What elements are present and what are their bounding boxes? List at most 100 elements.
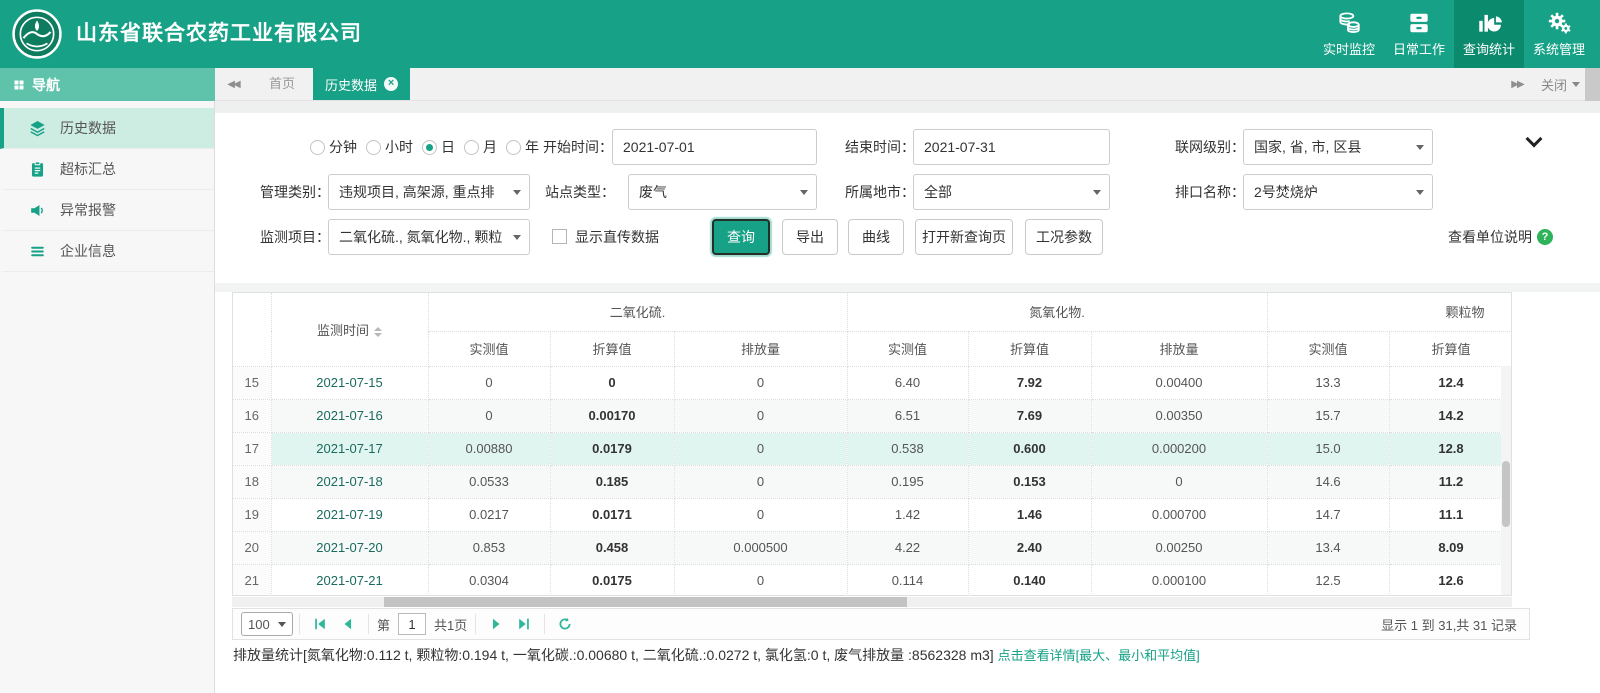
period-radio-日[interactable]: 日 (422, 137, 455, 157)
value-cell: 6.40 (847, 366, 968, 399)
monitor-time-cell[interactable]: 2021-07-18 (271, 465, 428, 498)
company-name: 山东省联合农药工业有限公司 (76, 0, 362, 68)
list-icon (28, 242, 47, 261)
city-select[interactable]: 全部 (913, 174, 1110, 210)
monitor-time-cell[interactable]: 2021-07-20 (271, 531, 428, 564)
site-type-select[interactable]: 废气 (628, 174, 817, 210)
page-size-select[interactable]: 100 (241, 612, 293, 636)
value-cell: 12.6 (1389, 564, 1512, 596)
export-button[interactable]: 导出 (782, 219, 838, 255)
tab-history-data[interactable]: 历史数据× (313, 68, 410, 100)
window-scrollbar-thumb[interactable] (1585, 68, 1600, 101)
data-grid: 监测时间二氧化硫.氮氧化物.颗粒物实测值折算值排放量实测值折算值排放量实测值折算… (232, 292, 1512, 596)
next-page-button[interactable] (482, 612, 510, 636)
group-header: 颗粒物 (1267, 293, 1512, 331)
outlet-label: 排口名称： (1175, 174, 1245, 210)
unit-help-link[interactable]: 查看单位说明 ? (1448, 219, 1553, 255)
last-page-button[interactable] (510, 612, 538, 636)
table-row[interactable]: 192021-07-190.02170.017101.421.460.00070… (233, 498, 1512, 531)
monitor-item-value: 二氧化硫., 氮氧化物., 颗粒 (339, 227, 502, 247)
top-header: 山东省联合农药工业有限公司 实时监控日常工作查询统计系统管理 (0, 0, 1600, 68)
period-radio-月[interactable]: 月 (464, 137, 497, 157)
sort-desc-icon (374, 333, 382, 337)
value-cell: 11.1 (1389, 498, 1512, 531)
manage-type-label: 管理类别： (260, 174, 330, 210)
direct-data-checkbox[interactable] (552, 229, 567, 244)
refresh-button[interactable] (551, 612, 579, 636)
clipboard-icon (28, 160, 47, 179)
table-vertical-scrollbar[interactable] (1501, 366, 1511, 596)
value-cell: 6.51 (847, 399, 968, 432)
monitor-time-cell[interactable]: 2021-07-19 (271, 498, 428, 531)
period-radio-年[interactable]: 年 (506, 137, 539, 157)
sidebar-item-label: 企业信息 (60, 241, 116, 261)
value-cell: 0.000500 (674, 531, 847, 564)
start-time-field (612, 129, 817, 165)
manage-type-select[interactable]: 违规项目, 高架源, 重点排 (328, 174, 530, 210)
start-time-label: 开始时间： (543, 129, 613, 165)
city-value: 全部 (924, 182, 952, 202)
value-cell: 0.00400 (1091, 366, 1267, 399)
gears-icon (1546, 10, 1572, 36)
value-cell: 0.0171 (550, 498, 674, 531)
topnav-item-chart[interactable]: 查询统计 (1454, 0, 1524, 68)
value-cell: 0 (674, 465, 847, 498)
vscroll-thumb[interactable] (1502, 461, 1510, 527)
sub-column-header: 折算值 (968, 331, 1091, 366)
period-radio-分钟[interactable]: 分钟 (310, 137, 357, 157)
table-horizontal-scrollbar[interactable] (232, 597, 1512, 607)
condition-params-button[interactable]: 工况参数 (1025, 219, 1103, 255)
table-row[interactable]: 152021-07-150006.407.920.0040013.312.4 (233, 366, 1512, 399)
tabs-scroll-right-icon[interactable]: ▶▶ (1499, 68, 1535, 100)
sidebar-item[interactable]: 超标汇总 (0, 149, 214, 190)
outlet-value: 2号焚烧炉 (1254, 182, 1318, 202)
network-level-select[interactable]: 国家, 省, 市, 区县 (1243, 129, 1433, 165)
table-row[interactable]: 182021-07-180.05330.18500.1950.153014.61… (233, 465, 1512, 498)
table-row[interactable]: 202021-07-200.8530.4580.0005004.222.400.… (233, 531, 1512, 564)
chevron-down-icon (513, 190, 521, 195)
topnav-item-database[interactable]: 实时监控 (1314, 0, 1384, 68)
table-row[interactable]: 212021-07-210.03040.017500.1140.1400.000… (233, 564, 1512, 596)
query-button[interactable]: 查询 (712, 219, 770, 255)
time-column-header[interactable]: 监测时间 (271, 293, 428, 366)
new-query-page-button[interactable]: 打开新查询页 (915, 219, 1013, 255)
value-cell: 0.000700 (1091, 498, 1267, 531)
tab-close-icon[interactable]: × (384, 77, 398, 91)
sidebar-item[interactable]: 历史数据 (0, 108, 214, 149)
table-row[interactable]: 172021-07-170.008800.017900.5380.6000.00… (233, 432, 1512, 465)
row-number-cell: 20 (233, 531, 271, 564)
first-page-button[interactable] (306, 612, 334, 636)
value-cell: 0.00250 (1091, 531, 1267, 564)
topnav-item-archive[interactable]: 日常工作 (1384, 0, 1454, 68)
detail-link[interactable]: 点击查看详情[最大、最小和平均值] (998, 648, 1200, 663)
monitor-item-select[interactable]: 二氧化硫., 氮氧化物., 颗粒 (328, 219, 530, 255)
value-cell: 0 (674, 399, 847, 432)
page-number-input[interactable] (398, 613, 426, 635)
start-time-input[interactable] (613, 130, 816, 164)
sidebar-item[interactable]: 企业信息 (0, 231, 214, 272)
sort-icon[interactable] (374, 327, 382, 337)
table-header: 监测时间二氧化硫.氮氧化物.颗粒物实测值折算值排放量实测值折算值排放量实测值折算… (233, 293, 1512, 366)
direct-data-checkbox-label: 显示直传数据 (575, 219, 659, 255)
collapse-filters-icon[interactable] (1526, 131, 1543, 148)
sidebar-item[interactable]: 异常报警 (0, 190, 214, 231)
hscroll-thumb[interactable] (384, 597, 907, 607)
monitor-time-cell[interactable]: 2021-07-21 (271, 564, 428, 596)
monitor-time-cell[interactable]: 2021-07-16 (271, 399, 428, 432)
top-nav: 实时监控日常工作查询统计系统管理 (1314, 0, 1594, 68)
prev-page-button[interactable] (334, 612, 362, 636)
monitor-time-cell[interactable]: 2021-07-15 (271, 366, 428, 399)
outlet-select[interactable]: 2号焚烧炉 (1243, 174, 1433, 210)
value-cell: 0.0217 (428, 498, 550, 531)
curve-button[interactable]: 曲线 (848, 219, 904, 255)
topnav-item-gears[interactable]: 系统管理 (1524, 0, 1594, 68)
tab-home[interactable]: 首页 (251, 68, 313, 100)
period-radio-小时[interactable]: 小时 (366, 137, 413, 157)
group-header: 二氧化硫. (428, 293, 847, 331)
table-row[interactable]: 162021-07-1600.0017006.517.690.0035015.7… (233, 399, 1512, 432)
sidebar-item-label: 历史数据 (60, 118, 116, 138)
tabs-scroll-left-icon[interactable]: ◀◀ (215, 68, 251, 100)
monitor-time-cell[interactable]: 2021-07-17 (271, 432, 428, 465)
end-time-input[interactable] (914, 130, 1109, 164)
radio-label: 分钟 (329, 137, 357, 157)
